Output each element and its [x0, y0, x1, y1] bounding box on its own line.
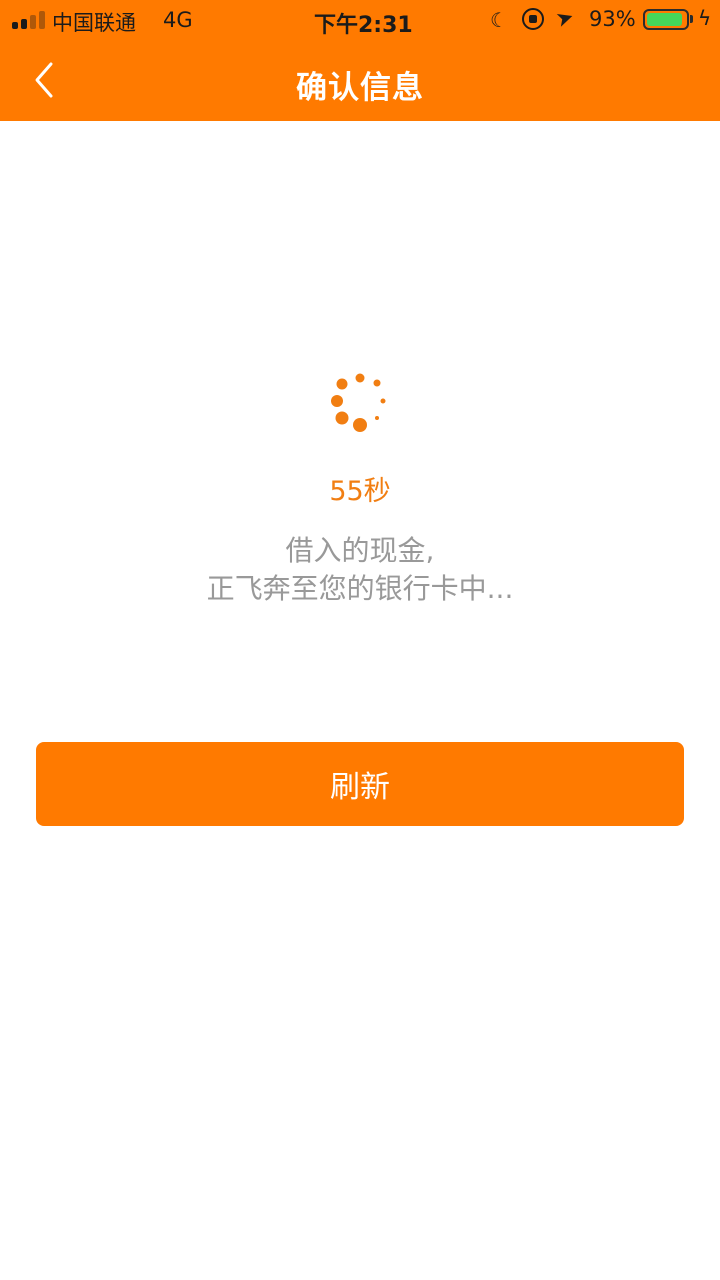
top-bar: 中国联通 4G 下午2:31 ☾ ➤ 93% ϟ 确认信息 — [0, 0, 720, 121]
charging-bolt-icon: ϟ — [698, 6, 712, 30]
network-type: 4G — [163, 8, 193, 32]
status-message: 借入的现金, 正飞奔至您的银行卡中... — [0, 532, 720, 608]
refresh-button[interactable]: 刷新 — [36, 742, 684, 826]
carrier-name: 中国联通 — [52, 11, 136, 35]
battery-icon — [643, 9, 689, 30]
loading-spinner-icon — [331, 373, 386, 432]
rotation-lock-icon — [522, 8, 544, 30]
moon-icon: ☾ — [490, 8, 508, 32]
status-bar: 中国联通 4G 下午2:31 ☾ ➤ 93% ϟ — [0, 0, 720, 40]
page-title: 确认信息 — [296, 70, 424, 106]
battery-percent: 93% — [589, 7, 636, 31]
battery-cap — [690, 15, 693, 23]
status-time: 下午2:31 — [314, 13, 413, 38]
countdown-timer: 55秒 — [329, 476, 391, 507]
navigation-bar: 确认信息 — [0, 40, 720, 121]
location-icon: ➤ — [552, 3, 577, 33]
signal-icon — [12, 11, 46, 29]
battery-level-fill — [647, 13, 683, 26]
status-message-line-2: 正飞奔至您的银行卡中... — [206, 572, 514, 605]
status-message-line-1: 借入的现金, — [285, 534, 435, 567]
